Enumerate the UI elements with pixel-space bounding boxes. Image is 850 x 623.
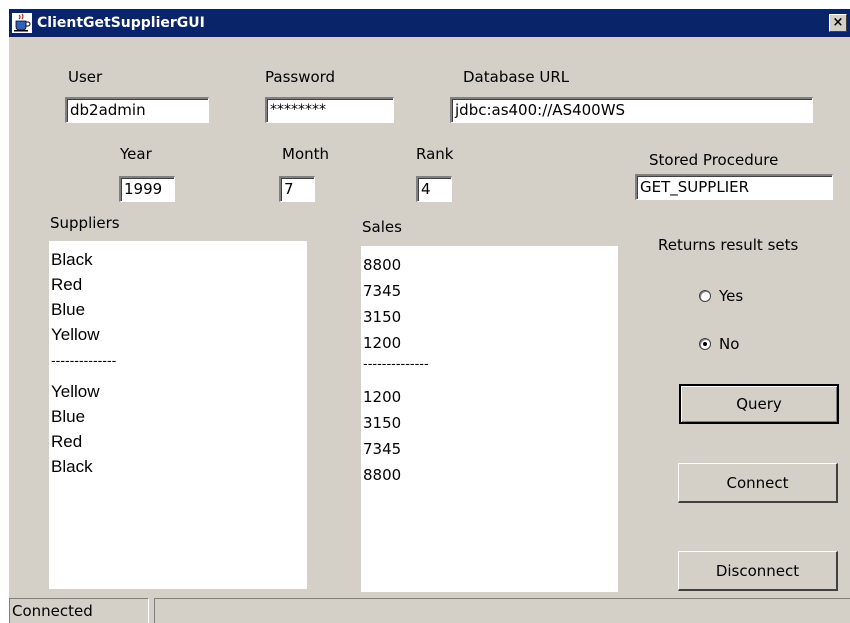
list-item[interactable]: Black — [51, 247, 307, 272]
suppliers-list[interactable]: Black Red Blue Yellow -------------- Yel… — [49, 241, 307, 589]
radio-no[interactable]: No — [699, 335, 739, 353]
close-button[interactable]: × — [829, 14, 847, 32]
close-icon: × — [832, 15, 844, 30]
list-item[interactable]: -------------- — [363, 356, 618, 384]
password-field[interactable]: ******** — [265, 97, 394, 123]
app-window: ClientGetSupplierGUI × User Password Dat… — [8, 8, 850, 623]
list-item[interactable]: Black — [51, 454, 307, 479]
list-item[interactable]: 7345 — [363, 278, 618, 304]
list-item[interactable]: Red — [51, 272, 307, 297]
java-cup-icon — [12, 13, 32, 33]
returns-result-sets-label: Returns result sets — [658, 236, 799, 254]
password-label: Password — [265, 68, 336, 86]
list-item[interactable]: 7345 — [363, 436, 618, 462]
month-field[interactable]: 7 — [279, 176, 315, 202]
radio-yes[interactable]: Yes — [699, 287, 743, 305]
list-item[interactable]: 1200 — [363, 384, 618, 410]
sales-list[interactable]: 8800 7345 3150 1200 -------------- 1200 … — [361, 246, 618, 592]
database-url-label: Database URL — [463, 68, 570, 86]
suppliers-label: Suppliers — [50, 214, 120, 232]
list-item[interactable]: 3150 — [363, 304, 618, 330]
window-title: ClientGetSupplierGUI — [37, 15, 205, 31]
connect-button-label: Connect — [726, 473, 789, 492]
status-secondary-panel — [154, 598, 850, 623]
year-field[interactable]: 1999 — [119, 176, 175, 202]
list-item[interactable]: 8800 — [363, 252, 618, 278]
radio-yes-circle[interactable] — [699, 290, 711, 302]
status-text-panel: Connected — [9, 598, 149, 623]
sales-label: Sales — [362, 218, 402, 236]
list-item[interactable]: Blue — [51, 297, 307, 322]
query-button[interactable]: Query — [679, 384, 839, 424]
radio-yes-label: Yes — [719, 287, 744, 305]
user-label: User — [68, 68, 103, 86]
database-url-field[interactable]: jdbc:as400://AS400WS — [450, 97, 813, 123]
list-item[interactable]: Yellow — [51, 379, 307, 404]
user-field[interactable]: db2admin — [65, 97, 209, 123]
stored-procedure-label: Stored Procedure — [649, 151, 779, 169]
year-label: Year — [120, 145, 152, 163]
month-label: Month — [282, 145, 330, 163]
status-text: Connected — [12, 602, 93, 620]
list-item[interactable]: 1200 — [363, 330, 618, 356]
rank-field[interactable]: 4 — [416, 176, 452, 202]
list-item[interactable]: 3150 — [363, 410, 618, 436]
radio-selected-dot — [703, 342, 707, 346]
list-item[interactable]: -------------- — [51, 347, 307, 379]
connect-button[interactable]: Connect — [678, 463, 838, 503]
title-bar[interactable]: ClientGetSupplierGUI × — [9, 9, 850, 37]
rank-label: Rank — [416, 145, 454, 163]
disconnect-button[interactable]: Disconnect — [678, 551, 838, 591]
list-item[interactable]: Red — [51, 429, 307, 454]
radio-no-circle[interactable] — [699, 338, 711, 350]
stored-procedure-field[interactable]: GET_SUPPLIER — [635, 174, 833, 200]
list-item[interactable]: Yellow — [51, 322, 307, 347]
query-button-label: Query — [736, 395, 782, 413]
list-item[interactable]: Blue — [51, 404, 307, 429]
radio-no-label: No — [719, 335, 740, 353]
disconnect-button-label: Disconnect — [715, 561, 800, 580]
list-item[interactable]: 8800 — [363, 462, 618, 488]
